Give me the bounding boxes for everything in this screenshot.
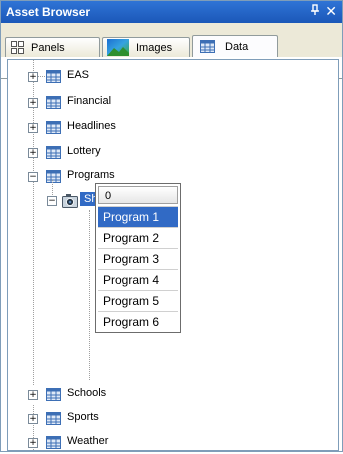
table-icon [46, 96, 61, 109]
data-table-icon [200, 40, 215, 56]
window-title: Asset Browser [6, 5, 91, 19]
tab-panels-label: Panels [31, 42, 65, 54]
table-icon [46, 388, 61, 401]
tab-data[interactable]: Data [192, 35, 278, 57]
tree-node-weather[interactable]: + Weather [8, 434, 208, 454]
panels-icon [11, 41, 25, 57]
tree-node-label: Weather [67, 435, 109, 447]
close-icon[interactable]: ✕ [325, 3, 337, 20]
collapse-icon[interactable]: − [28, 172, 38, 182]
list-item[interactable]: Program 6 [98, 311, 178, 332]
table-icon [46, 412, 61, 425]
expand-icon[interactable]: + [28, 390, 38, 400]
expand-icon[interactable]: + [28, 72, 38, 82]
tree-node-headlines[interactable]: + Headlines [8, 119, 208, 139]
tree-node-schools[interactable]: + Schools [8, 386, 208, 406]
tab-panels[interactable]: Panels [5, 37, 100, 57]
tab-images[interactable]: Images [102, 37, 190, 57]
tab-images-label: Images [136, 42, 173, 54]
collapse-icon[interactable]: − [47, 196, 57, 206]
tree-node-label: Financial [67, 95, 112, 107]
table-icon [46, 146, 61, 159]
expand-icon[interactable]: + [28, 438, 38, 448]
tab-data-label: Data [225, 41, 249, 53]
expand-icon[interactable]: + [28, 98, 38, 108]
table-icon [46, 70, 61, 83]
list-item[interactable]: Program 4 [98, 269, 178, 290]
tree-node-eas[interactable]: + EAS [8, 68, 208, 88]
list-item[interactable]: Program 5 [98, 290, 178, 311]
title-bar: Asset Browser ✕ [1, 1, 342, 23]
tree-node-label: EAS [67, 69, 90, 81]
tree-node-label: Headlines [67, 120, 116, 132]
pin-icon[interactable] [310, 4, 320, 19]
tree-node-lottery[interactable]: + Lottery [8, 144, 208, 164]
tree-node-label: Schools [67, 387, 107, 399]
list-header[interactable]: 0 [98, 186, 178, 204]
tab-strip: Panels Images Data [1, 23, 342, 79]
tree-node-label: Sports [67, 411, 99, 423]
list-item[interactable]: Program 3 [98, 248, 178, 269]
images-icon [107, 39, 129, 59]
expand-icon[interactable]: + [28, 414, 38, 424]
tree-node-financial[interactable]: + Financial [8, 94, 208, 114]
tree-node-label: Lottery [67, 145, 101, 157]
asset-browser-window: Asset Browser ✕ Panels Images Data + EAS… [0, 0, 343, 452]
camera-icon [62, 193, 78, 208]
program-list[interactable]: 0 Program 1 Program 2 Program 3 Program … [95, 183, 181, 333]
list-item[interactable]: Program 2 [98, 227, 178, 248]
tree-node-label: Programs [67, 169, 115, 181]
table-icon [46, 121, 61, 134]
expand-icon[interactable]: + [28, 123, 38, 133]
table-icon [46, 170, 61, 183]
table-icon [46, 436, 61, 449]
tree-node-sports[interactable]: + Sports [8, 410, 208, 430]
list-item[interactable]: Program 1 [98, 206, 178, 227]
expand-icon[interactable]: + [28, 148, 38, 158]
